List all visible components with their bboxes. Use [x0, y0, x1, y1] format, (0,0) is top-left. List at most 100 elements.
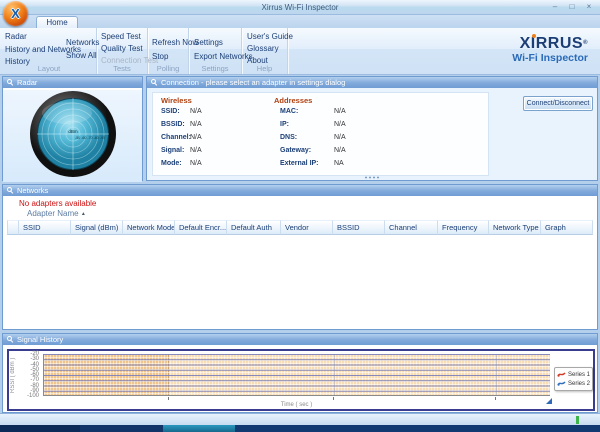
connect-disconnect-button[interactable]: Connect/Disconnect — [523, 96, 593, 111]
gateway-label: Gateway: — [280, 147, 312, 154]
ribbon-item-stop[interactable]: Stop — [152, 52, 168, 61]
column-header-default-auth[interactable]: Default Auth — [227, 220, 281, 235]
column-header-bssid[interactable]: BSSID — [333, 220, 385, 235]
column-header-channel[interactable]: Channel — [385, 220, 438, 235]
column-header-ssid[interactable]: SSID — [19, 220, 71, 235]
ribbon-group-layout: Radar History and Networks History Netwo… — [2, 28, 99, 74]
taskbar-segment[interactable] — [235, 425, 600, 432]
ribbon-group-tests: Speed Test Quality Test Connection Test … — [97, 28, 158, 74]
column-header-vendor[interactable]: Vendor — [281, 220, 333, 235]
panel-signal-history-header[interactable]: Signal History — [3, 334, 597, 345]
networks-table-header: SSID Signal (dBm) Network Mode Default E… — [7, 220, 593, 235]
column-header-network-type[interactable]: Network Type — [489, 220, 541, 235]
ssid-label: SSID: — [161, 108, 180, 115]
brand-tagline: Wi-Fi Inspector — [512, 52, 588, 64]
panel-pin-icon — [151, 79, 158, 86]
panel-splitter-handle[interactable] — [364, 176, 380, 179]
series-1-line-icon — [557, 372, 566, 377]
x-axis-label: Time ( sec ) — [280, 402, 313, 408]
ribbon-item-show-all[interactable]: Show All — [66, 51, 97, 60]
signal-history-body: RSSI ( dBm ) -20 -30 -40 -50 -60 -70 -80… — [3, 345, 597, 412]
column-header-graph[interactable]: Graph — [541, 220, 593, 235]
status-bar — [0, 413, 600, 425]
ribbon-group-help: User's Guide Glossary About Help — [242, 28, 293, 74]
panel-networks-header[interactable]: Networks — [3, 185, 597, 196]
column-header-gutter[interactable] — [7, 220, 19, 235]
wireless-section-header: Wireless — [161, 96, 192, 105]
app-window: Xirrus Wi-Fi Inspector – □ × X Home Rada… — [0, 0, 600, 432]
ribbon-group-caption-polling: Polling — [156, 64, 180, 73]
maximize-icon[interactable]: □ — [567, 1, 577, 12]
taskbar — [0, 425, 600, 432]
x-tick-mark — [333, 397, 334, 400]
close-icon[interactable]: × — [584, 1, 594, 12]
status-indicator-green — [576, 416, 579, 424]
sort-ascending-icon: ▲ — [80, 211, 86, 217]
radar-display: dBm -50 -60 -70 -80 -90 — [3, 90, 142, 182]
y-axis-label: RSSI ( dBm ) — [10, 357, 16, 393]
signal-label: Signal: — [161, 147, 185, 154]
ip-value: N/A — [334, 121, 346, 128]
ribbon-item-speed-test[interactable]: Speed Test — [101, 32, 141, 41]
ribbon-item-settings[interactable]: Settings — [194, 38, 223, 47]
panel-pin-icon — [7, 79, 14, 86]
dns-value: N/A — [334, 134, 346, 141]
ribbon-group-caption-tests: Tests — [113, 64, 131, 73]
panel-connection-header[interactable]: Connection - please select an adapter in… — [147, 77, 597, 88]
chart-resize-grip — [546, 398, 552, 404]
connection-info-box: Wireless SSID: N/A BSSID: N/A Channel: N… — [152, 92, 489, 176]
minimize-icon[interactable]: – — [550, 1, 560, 12]
legend-item-series-2[interactable]: Series 2 — [557, 379, 591, 388]
tab-home[interactable]: Home — [36, 16, 78, 28]
column-header-default-encr[interactable]: Default Encr... — [175, 220, 227, 235]
taskbar-segment-active[interactable] — [163, 425, 235, 432]
mode-label: Mode: — [161, 160, 182, 167]
ribbon-group-polling: Refresh Now Stop Polling — [148, 28, 198, 74]
window-controls: – □ × — [550, 1, 594, 12]
taskbar-segment[interactable] — [0, 425, 80, 432]
chart-vertical-gridline — [496, 354, 497, 395]
xirrus-brand-logo: XIRRUS ® Wi-Fi Inspector — [512, 34, 588, 64]
radar-units-label: dBm — [68, 129, 78, 134]
dns-label: DNS: — [280, 134, 298, 141]
ribbon-group-settings: Settings Export Networks Settings — [189, 28, 253, 74]
ribbon-item-glossary[interactable]: Glossary — [247, 44, 279, 53]
ribbon-item-networks[interactable]: Networks — [66, 38, 99, 47]
channel-label: Channel: — [161, 134, 191, 141]
chart-plot-area — [43, 354, 550, 396]
gateway-value: N/A — [334, 147, 346, 154]
taskbar-segment[interactable] — [80, 425, 163, 432]
signal-value: N/A — [190, 147, 202, 154]
bssid-value: N/A — [190, 121, 202, 128]
ribbon-item-users-guide[interactable]: User's Guide — [247, 32, 293, 41]
panel-connection: Connection - please select an adapter in… — [146, 76, 598, 181]
x-tick-mark — [495, 397, 496, 400]
radar-scale-labels: -50 -60 -70 -80 -90 — [75, 136, 105, 140]
ip-label: IP: — [280, 121, 289, 128]
external-ip-value: NA — [334, 160, 344, 167]
panel-radar-header[interactable]: Radar — [3, 77, 142, 88]
brand-wordmark: XIRRUS ® — [519, 34, 588, 52]
chart-vertical-gridline — [334, 354, 335, 395]
channel-value: N/A — [190, 134, 202, 141]
mac-label: MAC: — [280, 108, 299, 115]
chart-legend: Series 1 Series 2 — [554, 367, 593, 391]
x-tick-mark — [168, 397, 169, 400]
column-header-frequency[interactable]: Frequency — [438, 220, 489, 235]
panel-pin-icon — [7, 187, 14, 194]
panel-networks: Networks No adapters available Adapter N… — [2, 184, 598, 330]
adapter-name-sort[interactable]: Adapter Name ▲ — [27, 209, 86, 218]
ribbon-group-caption-settings: Settings — [201, 64, 229, 73]
chart-major-gridlines — [44, 354, 550, 395]
ribbon-item-radar[interactable]: Radar — [5, 32, 27, 41]
app-logo-icon[interactable]: X — [3, 1, 28, 26]
radar-scope-icon: dBm -50 -60 -70 -80 -90 — [29, 91, 116, 177]
ribbon-item-quality-test[interactable]: Quality Test — [101, 44, 143, 53]
ssid-value: N/A — [190, 108, 202, 115]
column-header-signal[interactable]: Signal (dBm) — [71, 220, 123, 235]
main-area: Radar dBm -50 -60 -70 -80 -90 Connection… — [0, 75, 600, 413]
legend-item-series-1[interactable]: Series 1 — [557, 370, 591, 379]
ribbon-tab-row: Home — [0, 15, 600, 28]
connection-body: Wireless SSID: N/A BSSID: N/A Channel: N… — [147, 88, 597, 180]
column-header-network-mode[interactable]: Network Mode — [123, 220, 175, 235]
